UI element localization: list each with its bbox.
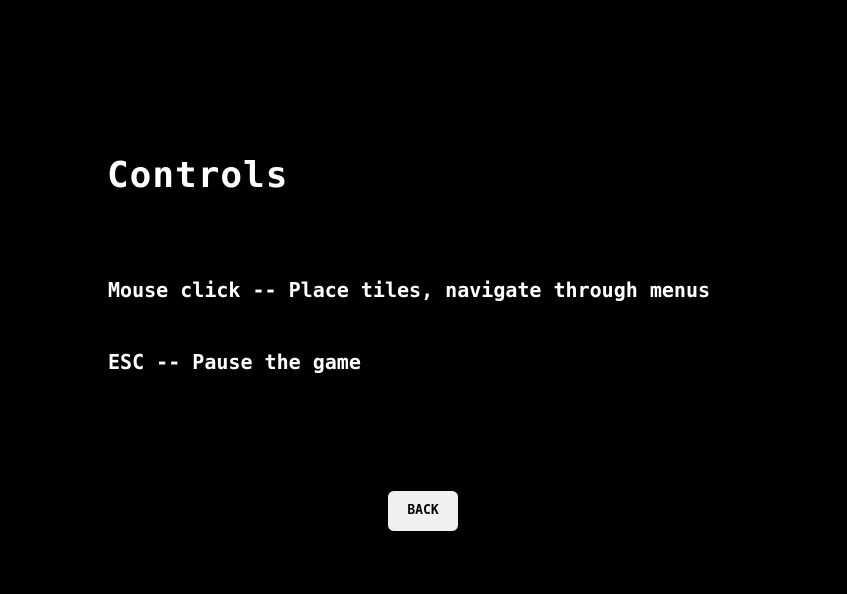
control-line-esc: ESC -- Pause the game — [108, 350, 361, 374]
back-button[interactable]: BACK — [388, 491, 458, 531]
page-title: Controls — [107, 155, 289, 196]
control-line-mouse: Mouse click -- Place tiles, navigate thr… — [108, 278, 711, 302]
controls-screen: Controls Mouse click -- Place tiles, nav… — [0, 0, 847, 594]
